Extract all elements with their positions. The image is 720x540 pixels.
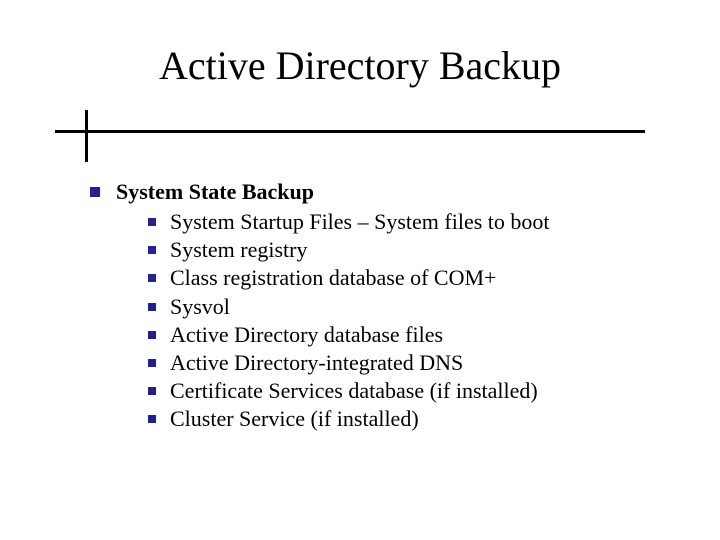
slide: Active Directory Backup System State Bac… xyxy=(0,0,720,540)
list-text: System Startup Files – System files to b… xyxy=(170,208,550,236)
title-underline xyxy=(55,130,645,133)
list-heading: System State Backup xyxy=(116,178,314,206)
square-bullet-icon xyxy=(148,246,156,254)
square-bullet-icon xyxy=(148,218,156,226)
sub-list: System Startup Files – System files to b… xyxy=(148,208,680,433)
square-bullet-icon xyxy=(148,331,156,339)
list-text: Cluster Service (if installed) xyxy=(170,405,419,433)
list-item: System registry xyxy=(148,236,680,264)
list-item: Cluster Service (if installed) xyxy=(148,405,680,433)
list-text: Active Directory database files xyxy=(170,321,443,349)
list-text: Sysvol xyxy=(170,293,230,321)
list-item: Certificate Services database (if instal… xyxy=(148,377,680,405)
list-item: Sysvol xyxy=(148,293,680,321)
list-item: System State Backup xyxy=(90,178,680,206)
square-bullet-icon xyxy=(90,187,100,197)
list-item: Active Directory database files xyxy=(148,321,680,349)
list-text: Class registration database of COM+ xyxy=(170,264,496,292)
content-area: System State Backup System Startup Files… xyxy=(90,178,680,433)
square-bullet-icon xyxy=(148,303,156,311)
list-item: System Startup Files – System files to b… xyxy=(148,208,680,236)
slide-title: Active Directory Backup xyxy=(0,42,720,89)
list-item: Class registration database of COM+ xyxy=(148,264,680,292)
square-bullet-icon xyxy=(148,274,156,282)
list-text: System registry xyxy=(170,236,308,264)
list-item: Active Directory-integrated DNS xyxy=(148,349,680,377)
list-text: Certificate Services database (if instal… xyxy=(170,377,538,405)
square-bullet-icon xyxy=(148,359,156,367)
title-accent-bar xyxy=(85,110,88,162)
square-bullet-icon xyxy=(148,415,156,423)
square-bullet-icon xyxy=(148,387,156,395)
list-text: Active Directory-integrated DNS xyxy=(170,349,463,377)
